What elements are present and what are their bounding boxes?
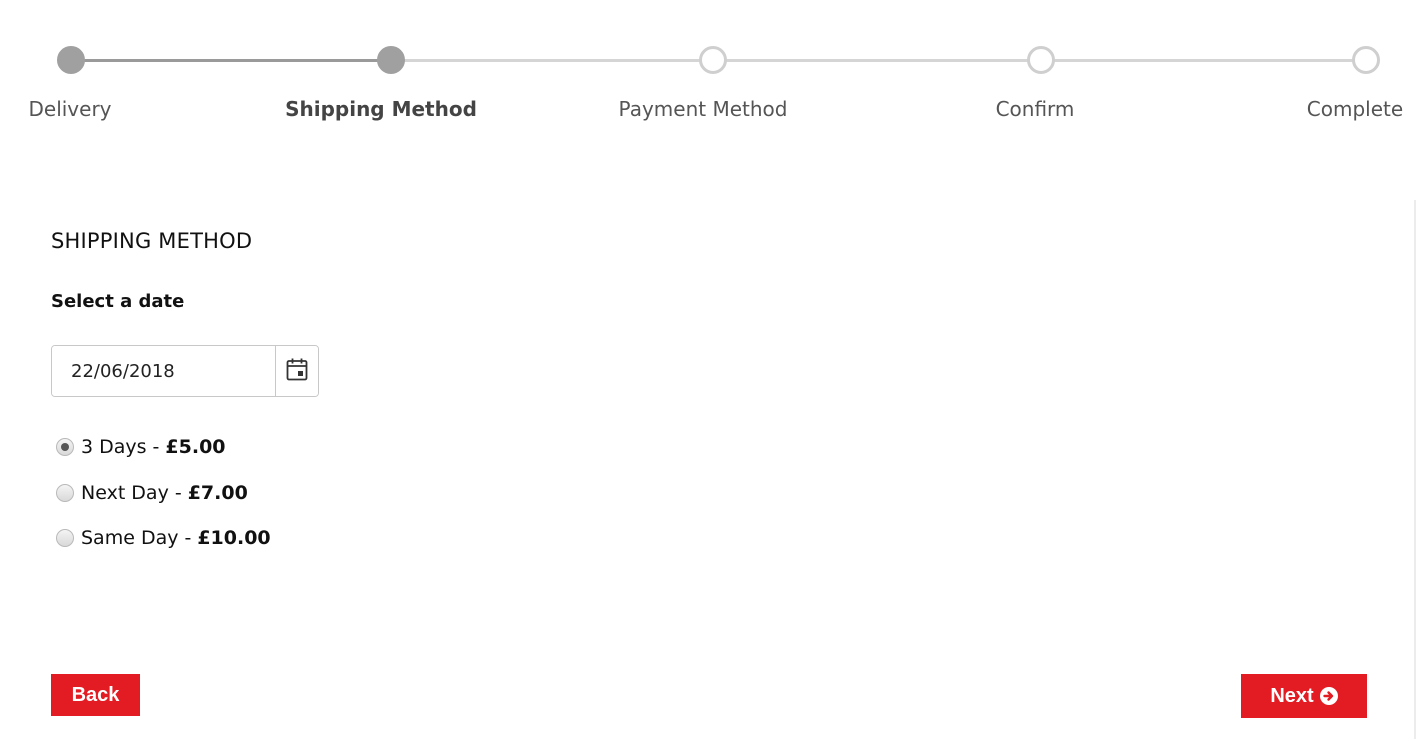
step-dot-payment-method bbox=[699, 46, 727, 74]
option-separator: - bbox=[174, 482, 182, 504]
step-label-shipping-method: Shipping Method bbox=[285, 97, 477, 121]
progress-track-done bbox=[71, 59, 391, 62]
radio-3-days[interactable] bbox=[56, 438, 74, 456]
radio-next-day[interactable] bbox=[56, 484, 74, 502]
option-price: £10.00 bbox=[197, 527, 271, 549]
progress-track-remaining bbox=[391, 59, 1366, 62]
shipping-option-3-days[interactable]: 3 Days - £5.00 bbox=[56, 436, 226, 458]
option-price: £5.00 bbox=[165, 436, 226, 458]
option-name: Next Day bbox=[81, 482, 169, 504]
step-label-payment-method: Payment Method bbox=[618, 97, 788, 121]
option-name: Same Day bbox=[81, 527, 179, 549]
date-picker bbox=[51, 345, 319, 397]
option-separator: - bbox=[152, 436, 160, 458]
shipping-option-next-day[interactable]: Next Day - £7.00 bbox=[56, 482, 248, 504]
back-button[interactable]: Back bbox=[51, 674, 140, 716]
step-dot-confirm bbox=[1027, 46, 1055, 74]
date-input[interactable] bbox=[52, 346, 275, 396]
calendar-icon bbox=[286, 357, 308, 385]
step-label-delivery: Delivery bbox=[28, 97, 112, 121]
date-label: Select a date bbox=[51, 291, 185, 312]
option-name: 3 Days bbox=[81, 436, 147, 458]
step-label-confirm: Confirm bbox=[995, 97, 1075, 121]
radio-same-day[interactable] bbox=[56, 529, 74, 547]
step-dot-complete bbox=[1352, 46, 1380, 74]
next-button-label: Next bbox=[1270, 684, 1314, 707]
content-divider bbox=[1414, 200, 1416, 739]
checkout-page: Delivery Shipping Method Payment Method … bbox=[0, 0, 1418, 739]
arrow-circle-right-icon bbox=[1319, 687, 1338, 705]
next-button[interactable]: Next bbox=[1241, 674, 1367, 718]
option-price: £7.00 bbox=[187, 482, 248, 504]
back-button-label: Back bbox=[71, 683, 120, 706]
step-dot-shipping-method bbox=[377, 46, 405, 74]
calendar-button[interactable] bbox=[275, 346, 318, 396]
step-dot-delivery bbox=[57, 46, 85, 74]
section-title: SHIPPING METHOD bbox=[51, 229, 253, 253]
option-separator: - bbox=[184, 527, 192, 549]
step-label-complete: Complete bbox=[1306, 97, 1404, 121]
shipping-option-same-day[interactable]: Same Day - £10.00 bbox=[56, 527, 271, 549]
